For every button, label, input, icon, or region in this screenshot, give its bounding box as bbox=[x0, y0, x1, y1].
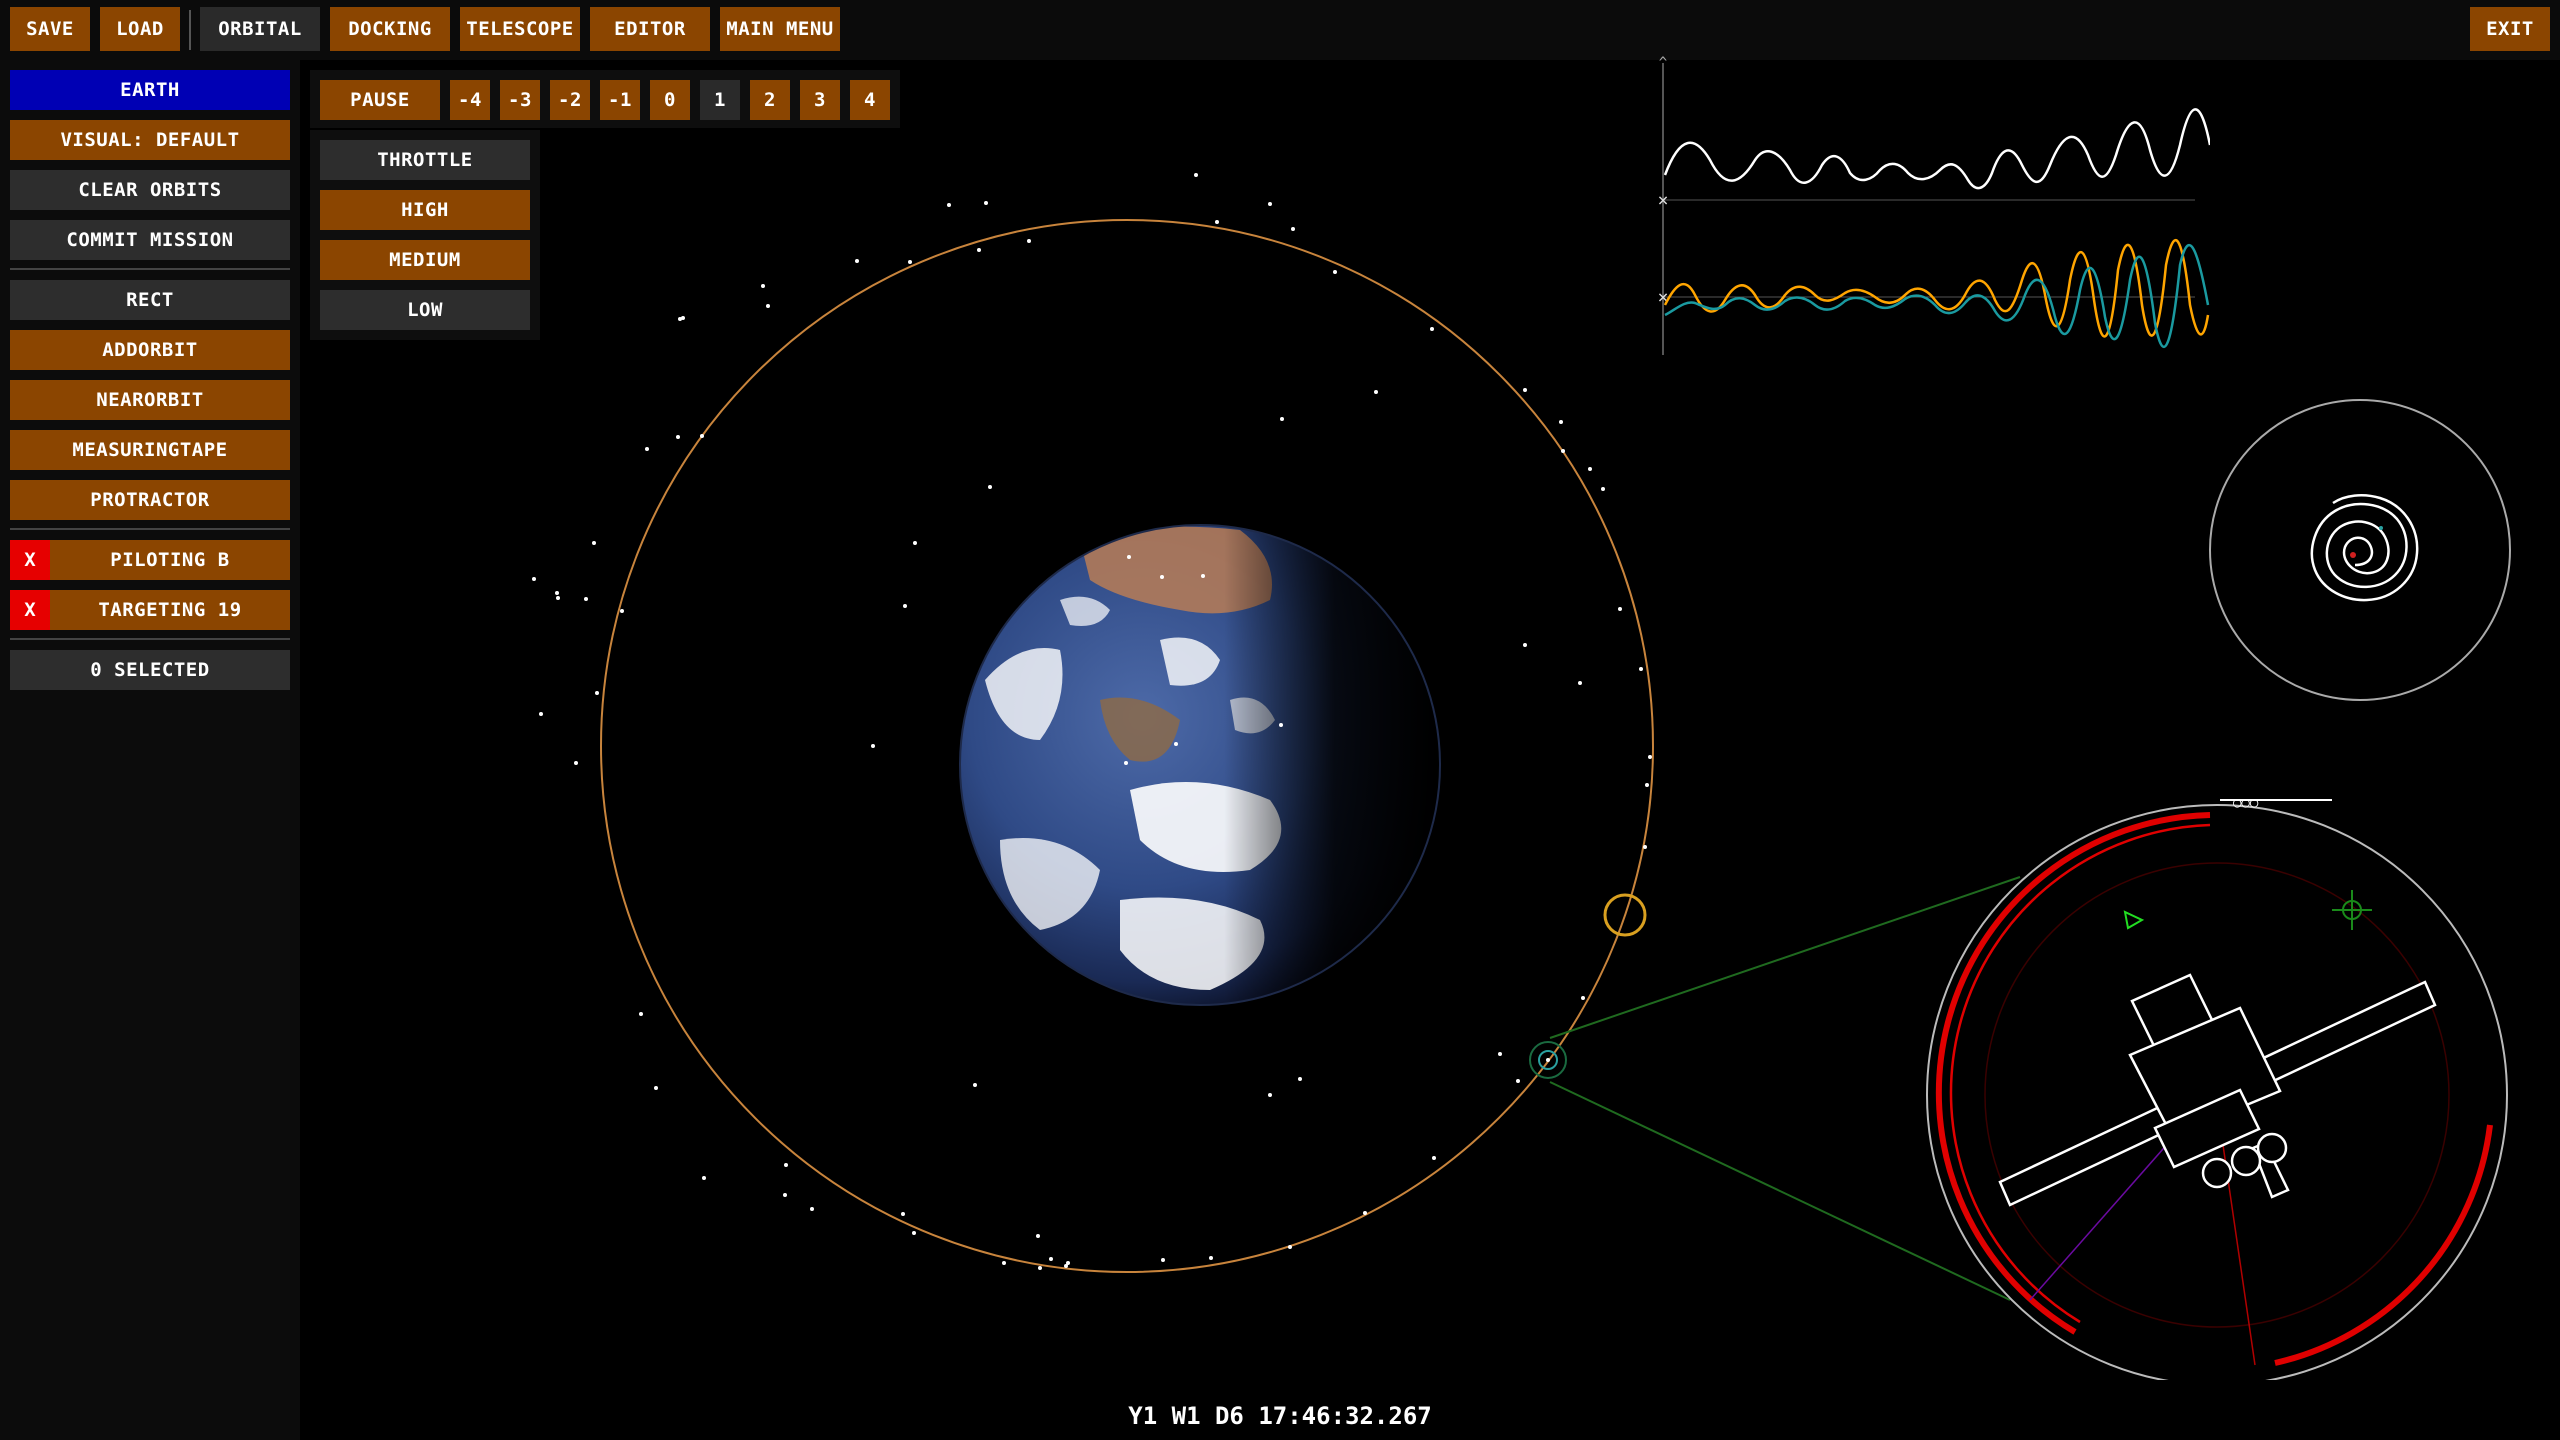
close-targeting-button[interactable]: X bbox=[10, 590, 50, 630]
save-button[interactable]: SAVE bbox=[10, 7, 90, 51]
exit-button[interactable]: EXIT bbox=[2470, 7, 2550, 51]
targeting-label[interactable]: TARGETING 19 bbox=[50, 590, 290, 630]
tab-docking[interactable]: DOCKING bbox=[330, 7, 450, 51]
commit-mission-button[interactable]: COMMIT MISSION bbox=[10, 220, 290, 260]
clear-orbits-button[interactable]: CLEAR ORBITS bbox=[10, 170, 290, 210]
warp-4-button[interactable]: 4 bbox=[850, 80, 890, 120]
throttle-medium-button[interactable]: MEDIUM bbox=[320, 240, 530, 280]
graph-scale-up-icon[interactable]: ^ bbox=[1659, 55, 1667, 71]
graph-line-teal bbox=[1664, 243, 2210, 349]
warp-0-button[interactable]: 0 bbox=[650, 80, 690, 120]
graph-line-orange bbox=[1663, 238, 2210, 338]
target-marker-icon bbox=[1603, 893, 1647, 937]
tab-main-menu[interactable]: MAIN MENU bbox=[720, 7, 840, 51]
protractor-tool-button[interactable]: PROTRACTOR bbox=[10, 480, 290, 520]
telemetry-graphs: ^ × × bbox=[1658, 55, 2210, 355]
minimap-ring bbox=[2209, 399, 2511, 701]
spacecraft-marker-icon bbox=[1529, 1041, 1567, 1079]
warp-2-button[interactable]: 2 bbox=[750, 80, 790, 120]
orbit-path bbox=[600, 219, 1654, 1273]
warp-1-button[interactable]: 1 bbox=[700, 80, 740, 120]
piloting-label[interactable]: PILOTING B bbox=[50, 540, 290, 580]
sidebar-divider bbox=[10, 268, 290, 270]
graph-line-white bbox=[1663, 108, 2210, 190]
throttle-title: THROTTLE bbox=[320, 140, 530, 180]
close-piloting-button[interactable]: X bbox=[10, 540, 50, 580]
rect-tool-button[interactable]: RECT bbox=[10, 280, 290, 320]
left-sidebar bbox=[0, 60, 300, 1440]
docking-port-marker-icon: ○○○ bbox=[2233, 795, 2259, 811]
warp-minus-4-button[interactable]: -4 bbox=[450, 80, 490, 120]
tab-editor[interactable]: EDITOR bbox=[590, 7, 710, 51]
earth-planet bbox=[959, 524, 1441, 1006]
selection-count: 0 SELECTED bbox=[10, 650, 290, 690]
warp-minus-1-button[interactable]: -1 bbox=[600, 80, 640, 120]
measuringtape-tool-button[interactable]: MEASURINGTAPE bbox=[10, 430, 290, 470]
toolbar-divider bbox=[189, 10, 191, 50]
throttle-high-button[interactable]: HIGH bbox=[320, 190, 530, 230]
warp-3-button[interactable]: 3 bbox=[800, 80, 840, 120]
debris-field bbox=[532, 173, 1652, 1270]
sidebar-divider bbox=[10, 528, 290, 530]
load-button[interactable]: LOAD bbox=[100, 7, 180, 51]
addorbit-tool-button[interactable]: ADDORBIT bbox=[10, 330, 290, 370]
pause-button[interactable]: PAUSE bbox=[320, 80, 440, 120]
earth-body-button[interactable]: EARTH bbox=[10, 70, 290, 110]
warp-minus-2-button[interactable]: -2 bbox=[550, 80, 590, 120]
graph-close-icon[interactable]: × bbox=[1658, 287, 1669, 308]
docking-zoom-view: ○○○ bbox=[1926, 795, 2508, 1380]
visual-mode-button[interactable]: VISUAL: DEFAULT bbox=[10, 120, 290, 160]
minimap-target-icon bbox=[2350, 552, 2356, 558]
tab-orbital[interactable]: ORBITAL bbox=[200, 7, 320, 51]
minimap bbox=[2209, 399, 2511, 701]
sidebar-divider bbox=[10, 638, 290, 640]
minimap-ship-icon bbox=[2379, 526, 2383, 530]
mission-clock: Y1 W1 D6 17:46:32.267 bbox=[1128, 1402, 1432, 1430]
graph-close-icon[interactable]: × bbox=[1658, 190, 1669, 211]
throttle-low-button[interactable]: LOW bbox=[320, 290, 530, 330]
warp-minus-3-button[interactable]: -3 bbox=[500, 80, 540, 120]
tab-telescope[interactable]: TELESCOPE bbox=[460, 7, 580, 51]
nearorbit-tool-button[interactable]: NEARORBIT bbox=[10, 380, 290, 420]
